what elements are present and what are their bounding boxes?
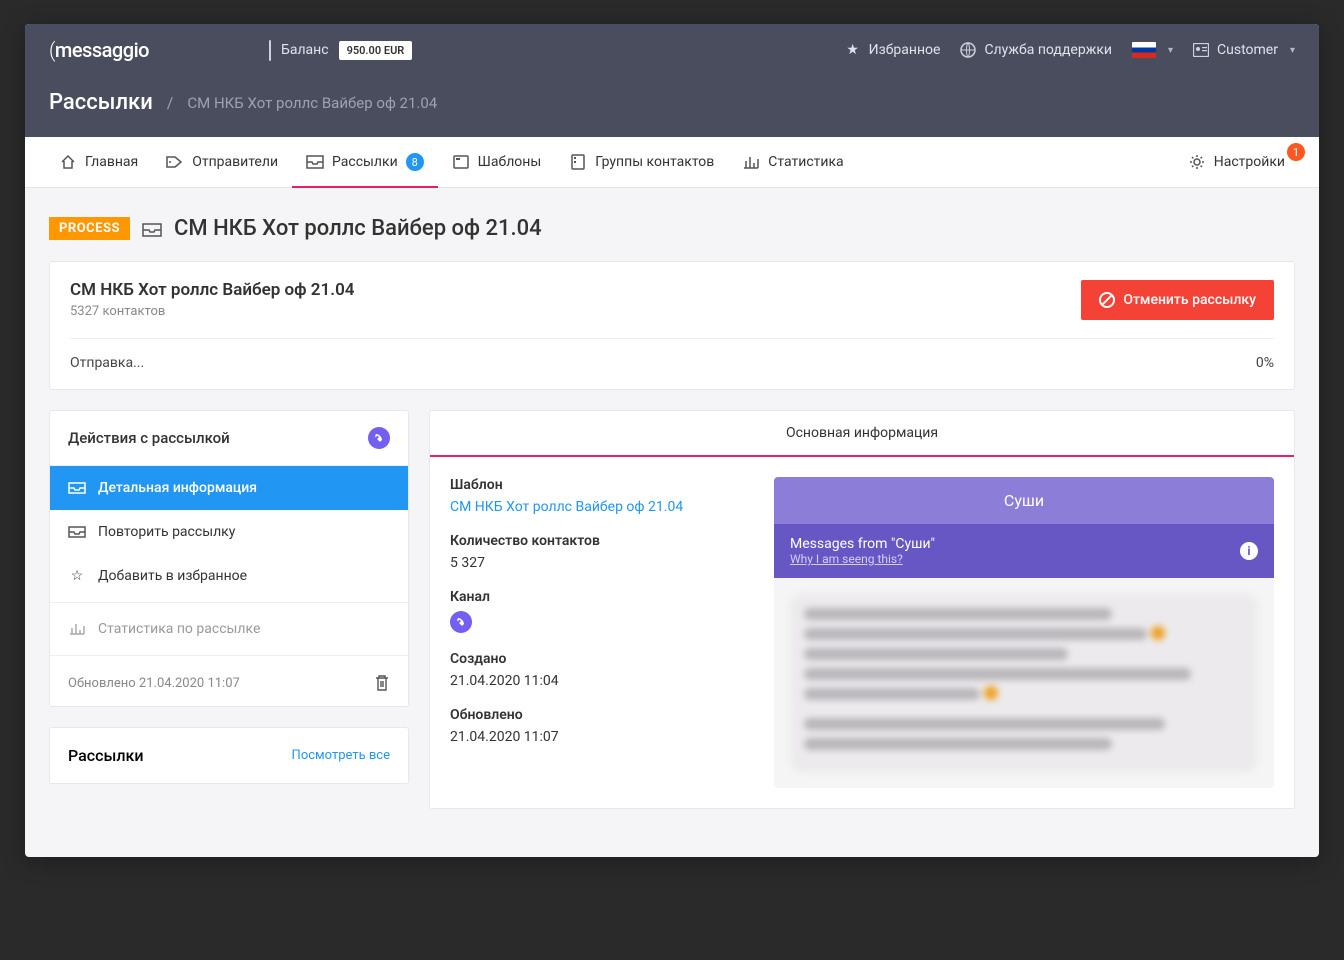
viber-icon	[368, 427, 390, 449]
inbox-icon	[306, 154, 324, 170]
tab-campaigns-label: Рассылки	[332, 154, 398, 170]
tab-settings-label: Настройки	[1214, 154, 1285, 170]
tab-contacts[interactable]: Группы контактов	[555, 138, 728, 186]
message-preview: Суши Messages from "Суши" Why I am seeng…	[774, 477, 1274, 788]
inbox-icon	[142, 222, 162, 236]
created-value: 21.04.2020 11:04	[450, 673, 750, 689]
sending-status: Отправка...	[70, 355, 144, 371]
tab-contacts-label: Группы контактов	[595, 154, 714, 170]
chart-icon	[68, 623, 86, 635]
info-icon[interactable]: i	[1240, 542, 1258, 560]
contacts-icon	[569, 154, 587, 170]
template-link[interactable]: СМ НКБ Хот роллс Вайбер оф 21.04	[450, 499, 750, 515]
page-title: СМ НКБ Хот роллс Вайбер оф 21.04	[174, 216, 542, 241]
customer-menu[interactable]: Customer ▾	[1193, 42, 1295, 58]
balance-label: Баланс	[281, 42, 329, 58]
actions-title: Действия с рассылкой	[68, 429, 230, 447]
customer-label: Customer	[1217, 42, 1278, 58]
tab-home[interactable]: Главная	[45, 138, 152, 186]
action-detail[interactable]: Детальная информация	[50, 466, 408, 510]
count-value: 5 327	[450, 555, 750, 571]
viber-icon	[450, 611, 472, 633]
preview-sender: Суши	[774, 477, 1274, 524]
support-link[interactable]: Служба поддержки	[960, 42, 1112, 58]
breadcrumb-separator: /	[167, 93, 174, 112]
action-repeat-label: Повторить рассылку	[98, 524, 235, 540]
balance-block[interactable]: Баланс 950.00 EUR	[269, 41, 412, 60]
favorites-label: Избранное	[869, 42, 941, 58]
tab-settings[interactable]: Настройки	[1174, 138, 1299, 186]
campaigns-count-badge: 8	[406, 153, 424, 171]
nav-tabs: Главная Отправители Рассылки 8 Шаблоны Г…	[25, 137, 1319, 188]
contacts-count: 5327 контактов	[70, 304, 355, 319]
page-header: PROCESS СМ НКБ Хот роллс Вайбер оф 21.04	[49, 216, 1295, 241]
campaigns-list-title: Рассылки	[68, 746, 143, 765]
inbox-icon	[68, 482, 86, 494]
topbar: (messaggio Баланс 950.00 EUR ★ Избранное…	[25, 24, 1319, 76]
cancel-button-label: Отменить рассылку	[1123, 292, 1256, 308]
updated-label: Обновлено	[450, 707, 750, 723]
gear-icon	[1188, 154, 1206, 170]
tab-senders[interactable]: Отправители	[152, 138, 292, 186]
chart-icon	[742, 154, 760, 170]
globe-icon	[960, 42, 976, 58]
cancel-campaign-button[interactable]: Отменить рассылку	[1081, 280, 1274, 320]
wallet-icon	[269, 41, 271, 60]
language-switcher[interactable]: ▾	[1132, 42, 1173, 58]
breadcrumb-page: СМ НКБ Хот роллс Вайбер оф 21.04	[187, 94, 437, 112]
star-icon: ☆	[68, 568, 86, 584]
info-tab[interactable]: Основная информация	[430, 411, 1294, 457]
tab-stats[interactable]: Статистика	[728, 138, 857, 186]
action-detail-label: Детальная информация	[98, 480, 257, 496]
action-favorite-label: Добавить в избранное	[98, 568, 247, 584]
preview-from: Messages from "Суши"	[790, 536, 935, 552]
updated-value: 21.04.2020 11:07	[450, 729, 750, 745]
settings-badge: 1	[1287, 143, 1305, 161]
support-label: Служба поддержки	[984, 42, 1112, 58]
star-icon: ★	[845, 42, 861, 58]
template-icon	[452, 154, 470, 170]
message-bubble	[790, 594, 1258, 772]
tab-templates[interactable]: Шаблоны	[438, 138, 556, 186]
template-label: Шаблон	[450, 477, 750, 493]
count-label: Количество контактов	[450, 533, 750, 549]
flag-russia-icon	[1132, 42, 1156, 58]
updated-text: Обновлено 21.04.2020 11:07	[68, 676, 240, 691]
tab-templates-label: Шаблоны	[478, 154, 542, 170]
created-label: Создано	[450, 651, 750, 667]
favorites-link[interactable]: ★ Избранное	[845, 42, 941, 58]
chevron-down-icon: ▾	[1290, 45, 1295, 56]
id-card-icon	[1193, 42, 1209, 58]
action-favorite[interactable]: ☆ Добавить в избранное	[50, 554, 408, 598]
ban-icon	[1099, 292, 1115, 308]
logo[interactable]: (messaggio	[49, 38, 149, 62]
chevron-down-icon: ▾	[1168, 45, 1173, 56]
tag-icon	[166, 154, 184, 170]
preview-why-link[interactable]: Why I am seeng this?	[790, 552, 935, 566]
breadcrumb: Рассылки / СМ НКБ Хот роллс Вайбер оф 21…	[25, 76, 1319, 137]
tab-campaigns[interactable]: Рассылки 8	[292, 137, 438, 187]
view-all-link[interactable]: Посмотреть все	[292, 748, 390, 763]
action-repeat[interactable]: Повторить рассылку	[50, 510, 408, 554]
campaign-name: СМ НКБ Хот роллс Вайбер оф 21.04	[70, 280, 355, 300]
inbox-icon	[68, 526, 86, 538]
home-icon	[59, 154, 77, 170]
action-stats-label: Статистика по рассылке	[98, 621, 260, 637]
status-badge: PROCESS	[49, 217, 130, 240]
channel-label: Канал	[450, 589, 750, 605]
tab-senders-label: Отправители	[192, 154, 278, 170]
action-stats[interactable]: Статистика по рассылке	[50, 607, 408, 651]
sending-percent: 0%	[1256, 355, 1274, 371]
tab-home-label: Главная	[85, 154, 138, 170]
breadcrumb-section[interactable]: Рассылки	[49, 90, 153, 115]
tab-stats-label: Статистика	[768, 154, 843, 170]
balance-value: 950.00 EUR	[339, 41, 413, 60]
delete-button[interactable]	[374, 674, 390, 692]
